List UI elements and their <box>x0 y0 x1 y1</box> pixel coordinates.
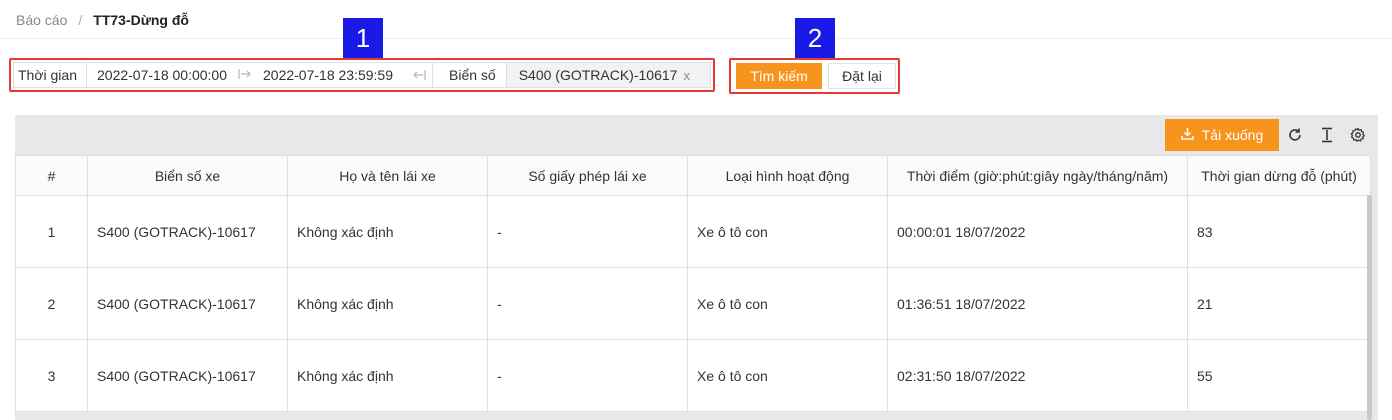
breadcrumb-current: TT73-Dừng đỗ <box>93 12 189 28</box>
column-height-icon[interactable] <box>1317 125 1337 145</box>
report-table: # Biển số xe Họ và tên lái xe Số giấy ph… <box>15 155 1371 412</box>
column-header-stop-duration[interactable]: Thời gian dừng đỗ (phút) <box>1187 155 1371 196</box>
table-row[interactable]: 1 S400 (GOTRACK)-10617 Không xác định - … <box>15 195 1371 268</box>
table-row[interactable]: 2 S400 (GOTRACK)-10617 Không xác định - … <box>15 267 1371 340</box>
plate-select[interactable]: S400 (GOTRACK)-10617 x <box>506 63 710 87</box>
actions-highlight-box: Tìm kiếm Đặt lại <box>729 58 900 94</box>
annotation-badge-1: 1 <box>343 18 383 58</box>
filter-bar: Thời gian 2022-07-18 00:00:00 2022-07-18… <box>13 62 711 88</box>
close-icon[interactable]: x <box>683 68 690 83</box>
cell-time: 01:36:51 18/07/2022 <box>887 267 1188 340</box>
column-header-index[interactable]: # <box>15 155 88 196</box>
cell-license: - <box>487 267 688 340</box>
cell-license: - <box>487 339 688 412</box>
table-toolbar: Tải xuống <box>15 115 1378 155</box>
download-button[interactable]: Tải xuống <box>1165 119 1279 151</box>
cell-stop-duration: 21 <box>1187 267 1371 340</box>
cell-driver: Không xác định <box>287 195 488 268</box>
column-header-activity-type[interactable]: Loại hình hoạt động <box>687 155 888 196</box>
column-header-license[interactable]: Số giấy phép lái xe <box>487 155 688 196</box>
annotation-badge-2: 2 <box>795 18 835 58</box>
plate-label: Biển số <box>433 63 507 87</box>
arrow-right-icon <box>227 68 263 83</box>
plate-select-value: S400 (GOTRACK)-10617 <box>518 67 678 83</box>
arrow-left-icon <box>405 63 433 87</box>
breadcrumb: Báo cáo / TT73-Dừng đỗ <box>16 10 189 30</box>
vertical-scrollbar[interactable] <box>1367 195 1372 420</box>
download-icon <box>1181 127 1194 143</box>
time-label: Thời gian <box>14 63 87 87</box>
download-label: Tải xuống <box>1201 127 1264 143</box>
table-header-row: # Biển số xe Họ và tên lái xe Số giấy ph… <box>15 155 1371 196</box>
breadcrumb-parent[interactable]: Báo cáo <box>16 12 67 28</box>
cell-plate: S400 (GOTRACK)-10617 <box>87 195 288 268</box>
cell-stop-duration: 83 <box>1187 195 1371 268</box>
cell-license: - <box>487 195 688 268</box>
cell-activity-type: Xe ô tô con <box>687 339 888 412</box>
cell-time: 00:00:01 18/07/2022 <box>887 195 1188 268</box>
cell-index: 2 <box>15 267 88 340</box>
end-date-input[interactable]: 2022-07-18 23:59:59 <box>263 67 405 83</box>
column-header-time[interactable]: Thời điểm (giờ:phút:giây ngày/tháng/năm) <box>887 155 1188 196</box>
cell-plate: S400 (GOTRACK)-10617 <box>87 339 288 412</box>
cell-driver: Không xác định <box>287 267 488 340</box>
cell-index: 1 <box>15 195 88 268</box>
reset-button[interactable]: Đặt lại <box>828 63 896 89</box>
divider <box>0 38 1392 39</box>
cell-time: 02:31:50 18/07/2022 <box>887 339 1188 412</box>
cell-stop-duration: 55 <box>1187 339 1371 412</box>
cell-index: 3 <box>15 339 88 412</box>
cell-driver: Không xác định <box>287 339 488 412</box>
report-table-panel: Tải xuống # Biển số xe Họ và tên lái xe … <box>15 115 1378 420</box>
column-header-plate[interactable]: Biển số xe <box>87 155 288 196</box>
reload-icon[interactable] <box>1285 125 1305 145</box>
table-row[interactable]: 3 S400 (GOTRACK)-10617 Không xác định - … <box>15 339 1371 412</box>
cell-activity-type: Xe ô tô con <box>687 267 888 340</box>
cell-plate: S400 (GOTRACK)-10617 <box>87 267 288 340</box>
settings-icon[interactable] <box>1348 125 1368 145</box>
search-button[interactable]: Tìm kiếm <box>736 63 822 89</box>
column-header-driver[interactable]: Họ và tên lái xe <box>287 155 488 196</box>
start-date-input[interactable]: 2022-07-18 00:00:00 <box>87 67 227 83</box>
breadcrumb-separator: / <box>78 12 83 28</box>
cell-activity-type: Xe ô tô con <box>687 195 888 268</box>
filter-highlight-box: Thời gian 2022-07-18 00:00:00 2022-07-18… <box>9 58 715 92</box>
